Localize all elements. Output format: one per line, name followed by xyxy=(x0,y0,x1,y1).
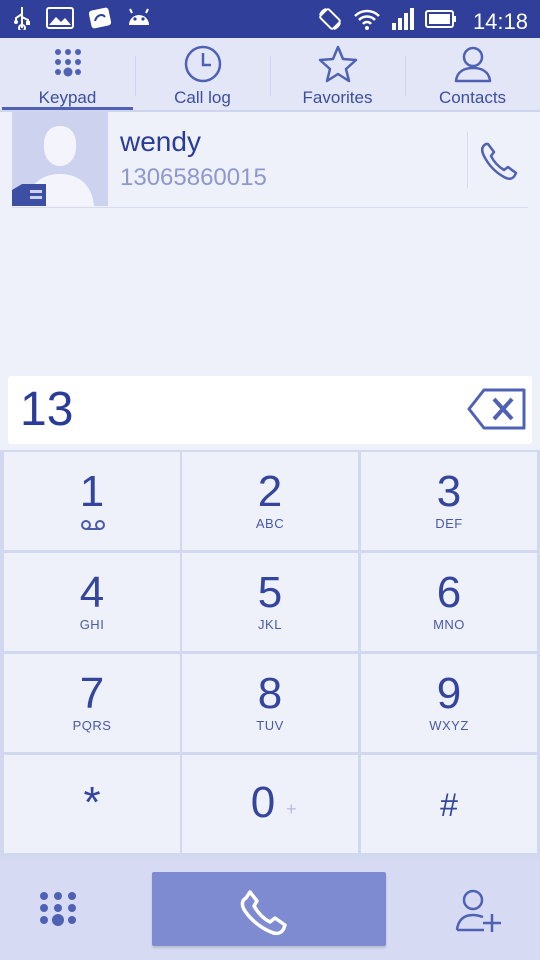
key-letters: TUV xyxy=(256,718,284,733)
key-9[interactable]: 9 WXYZ xyxy=(361,654,537,752)
tab-label: Keypad xyxy=(38,88,97,107)
key-6[interactable]: 6 MNO xyxy=(361,553,537,651)
wifi-icon xyxy=(353,7,381,36)
call-button[interactable] xyxy=(152,872,386,946)
key-digit: # xyxy=(440,787,458,823)
key-digit: 7 xyxy=(79,669,105,718)
key-7[interactable]: 7 PQRS xyxy=(4,654,180,752)
dialed-number: 13 xyxy=(20,383,74,436)
add-contact-icon[interactable] xyxy=(454,886,504,939)
status-bar: 14:18 xyxy=(0,0,540,38)
key-letters: + xyxy=(286,799,297,819)
key-hash[interactable]: # xyxy=(361,755,537,853)
key-digit: 4 xyxy=(79,568,105,617)
key-digit: 3 xyxy=(436,467,462,516)
phone-icon xyxy=(236,884,302,943)
keypad-icon xyxy=(48,44,88,84)
backspace-icon[interactable] xyxy=(466,386,528,432)
clock-time: 14:18 xyxy=(472,8,528,34)
star-icon xyxy=(318,44,358,84)
tab-label: Favorites xyxy=(302,88,373,107)
bottom-action-bar xyxy=(0,858,540,960)
suggested-contact-row[interactable]: wendy 13065860015 xyxy=(12,112,528,208)
key-1[interactable]: 1 xyxy=(4,452,180,550)
avatar xyxy=(12,112,108,206)
key-letters: DEF xyxy=(435,516,463,531)
key-8[interactable]: 8 TUV xyxy=(182,654,358,752)
key-3[interactable]: 3 DEF xyxy=(361,452,537,550)
key-digit: 5 xyxy=(257,568,283,617)
tab-contacts[interactable]: Contacts xyxy=(405,38,540,110)
keypad: 1 2 ABC 3 DEF 4 GHI 5 JKL 6 MNO 7 PQRS 8… xyxy=(0,450,540,858)
battery-icon xyxy=(424,10,457,33)
hide-keypad-icon[interactable] xyxy=(38,890,82,935)
key-letters: ABC xyxy=(255,516,285,531)
android-icon xyxy=(126,7,152,34)
tab-label: Call log xyxy=(174,88,231,107)
key-letters: WXYZ xyxy=(429,718,469,733)
usb-icon xyxy=(12,6,32,35)
key-digit: * xyxy=(83,778,101,827)
key-digit: 8 xyxy=(257,669,283,718)
rotation-icon xyxy=(317,6,343,37)
phone-icon[interactable] xyxy=(467,132,528,188)
key-digit: 6 xyxy=(436,568,462,617)
person-icon xyxy=(453,44,493,84)
key-2[interactable]: 2 ABC xyxy=(182,452,358,550)
tab-label: Contacts xyxy=(438,88,507,107)
clock-icon xyxy=(183,44,223,84)
key-digit: 2 xyxy=(257,467,283,516)
key-letters: MNO xyxy=(433,617,465,632)
voicemail-icon xyxy=(80,518,106,536)
tab-favorites[interactable]: Favorites xyxy=(270,38,405,110)
key-digit: 9 xyxy=(436,669,462,718)
key-digit: 0 xyxy=(250,778,276,827)
contact-number: 13065860015 xyxy=(120,164,267,191)
key-star[interactable]: * xyxy=(4,755,180,853)
contact-name: wendy xyxy=(120,126,201,157)
tab-keypad[interactable]: Keypad xyxy=(0,38,135,110)
image-icon xyxy=(46,7,74,34)
key-letters: PQRS xyxy=(72,718,112,733)
dialed-number-field[interactable]: 13 xyxy=(8,376,532,444)
app-icon xyxy=(88,6,112,35)
key-0[interactable]: 0 + xyxy=(182,755,358,853)
key-4[interactable]: 4 GHI xyxy=(4,553,180,651)
dialer-tabs: Keypad Call log Favorites Contacts xyxy=(0,38,540,112)
key-5[interactable]: 5 JKL xyxy=(182,553,358,651)
key-letters: GHI xyxy=(79,617,105,632)
signal-icon xyxy=(391,7,415,36)
key-letters: JKL xyxy=(258,617,282,632)
tab-call-log[interactable]: Call log xyxy=(135,38,270,110)
key-digit: 1 xyxy=(79,467,105,516)
